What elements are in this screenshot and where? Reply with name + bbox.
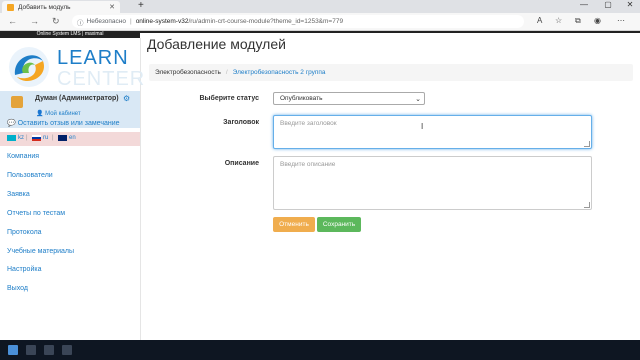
lang-en[interactable]: en bbox=[58, 135, 76, 141]
text-cursor-icon: I bbox=[421, 122, 424, 131]
nav-item-logout[interactable]: Выход bbox=[7, 285, 28, 292]
url-host: online-system-v32 bbox=[135, 18, 189, 25]
feedback-link[interactable]: 💬 Оставить отзыв или замечание bbox=[7, 119, 120, 127]
learn-center-logo[interactable]: LEARN CENTER bbox=[5, 43, 144, 91]
nav-item-materials[interactable]: Учебные материалы bbox=[7, 248, 74, 255]
breadcrumb-item-1[interactable]: Электробезопасность bbox=[155, 69, 221, 76]
taskbar-app-icon[interactable] bbox=[44, 345, 54, 355]
lang-kz-label: kz bbox=[18, 135, 24, 141]
title-label: Заголовок bbox=[223, 119, 259, 126]
start-icon[interactable] bbox=[8, 345, 18, 355]
status-label: Выберите статус bbox=[199, 95, 259, 102]
logo-text-center: CENTER bbox=[57, 68, 146, 90]
title-input[interactable]: Введите заголовок bbox=[273, 115, 592, 149]
breadcrumb: Электробезопасность / Электробезопасност… bbox=[149, 64, 633, 81]
description-placeholder: Введите описание bbox=[280, 161, 336, 168]
nav-item-requests[interactable]: Заявка bbox=[7, 191, 30, 198]
window-close-icon[interactable]: ✕ bbox=[620, 0, 640, 9]
address-separator: | bbox=[129, 18, 132, 25]
breadcrumb-item-2[interactable]: Электробезопасность 2 группа bbox=[233, 69, 326, 76]
my-cabinet-label: Мой кабинет bbox=[45, 111, 81, 117]
uk-flag-icon bbox=[58, 135, 67, 141]
profile-icon[interactable]: ◉ bbox=[594, 16, 601, 25]
taskbar-app-icon[interactable] bbox=[62, 345, 72, 355]
sidebar: LEARN CENTER Думан (Администратор) ⚙ 👤 М… bbox=[0, 38, 144, 340]
description-input[interactable]: Введите описание bbox=[273, 156, 592, 210]
address-bar[interactable]: ⓘ Небезопасно | online-system-v32 /ru/ad… bbox=[72, 15, 524, 28]
comment-icon: 💬 bbox=[7, 120, 16, 127]
browser-toolbar: ← → ↻ ⓘ Небезопасно | online-system-v32 … bbox=[0, 13, 640, 31]
save-button[interactable]: Сохранить bbox=[317, 217, 361, 232]
resize-grip-icon[interactable] bbox=[584, 141, 590, 147]
person-icon: 👤 bbox=[36, 111, 44, 117]
lang-en-label: en bbox=[69, 135, 76, 141]
favorite-star-icon[interactable]: ☆ bbox=[555, 16, 562, 25]
feedback-label: Оставить отзыв или замечание bbox=[17, 120, 120, 127]
gear-icon[interactable]: ⚙ bbox=[123, 94, 130, 103]
reader-icon[interactable]: A bbox=[537, 16, 542, 25]
logo-text-learn: LEARN bbox=[57, 47, 129, 69]
nav-item-company[interactable]: Компания bbox=[7, 153, 39, 160]
lang-divider: | bbox=[26, 135, 28, 141]
cancel-button[interactable]: Отменить bbox=[273, 217, 315, 232]
lang-kz[interactable]: kz bbox=[7, 135, 24, 141]
new-tab-button[interactable]: + bbox=[138, 0, 144, 11]
kz-flag-icon bbox=[7, 135, 16, 141]
url-path: /ru/admin-crt-course-module?theme_id=125… bbox=[188, 18, 344, 25]
description-label: Описание bbox=[224, 160, 259, 167]
back-icon[interactable]: ← bbox=[8, 16, 17, 26]
site-top-strip: Online System LMS | maximal bbox=[0, 31, 140, 38]
collections-icon[interactable]: ⧉ bbox=[575, 16, 581, 26]
warning-icon: ⓘ bbox=[77, 19, 84, 27]
lang-divider: | bbox=[52, 135, 54, 141]
forward-icon[interactable]: → bbox=[30, 16, 39, 26]
security-label: Небезопасно bbox=[86, 18, 126, 25]
tab-close-icon[interactable]: ✕ bbox=[109, 3, 115, 11]
chevron-down-icon: ⌄ bbox=[415, 95, 421, 103]
browser-tabbar: Добавить модуль ✕ + — ▢ ✕ bbox=[0, 0, 640, 13]
user-panel: Думан (Администратор) ⚙ 👤 Мой кабинет 💬 … bbox=[0, 91, 140, 128]
lang-ru[interactable]: ru bbox=[32, 135, 48, 141]
logo-swirl-icon bbox=[9, 47, 49, 87]
nav-item-users[interactable]: Пользователи bbox=[7, 172, 53, 179]
status-select[interactable]: Опубликовать ⌄ bbox=[273, 92, 425, 105]
status-select-value: Опубликовать bbox=[280, 95, 323, 102]
favicon-icon bbox=[7, 3, 14, 11]
resize-grip-icon[interactable] bbox=[584, 202, 590, 208]
taskbar-app-icon[interactable] bbox=[26, 345, 36, 355]
main-content: Добавление модулей Электробезопасность /… bbox=[141, 33, 640, 340]
reload-icon[interactable]: ↻ bbox=[52, 16, 60, 27]
avatar bbox=[11, 96, 23, 108]
ru-flag-icon bbox=[32, 135, 41, 141]
maximize-icon[interactable]: ▢ bbox=[598, 0, 618, 9]
title-placeholder: Введите заголовок bbox=[280, 120, 337, 127]
nav-item-protocols[interactable]: Протокола bbox=[7, 229, 42, 236]
lang-ru-label: ru bbox=[43, 135, 49, 141]
my-cabinet-link[interactable]: 👤 Мой кабинет bbox=[36, 110, 81, 117]
tab-title: Добавить модуль bbox=[18, 3, 71, 11]
nav-item-test-reports[interactable]: Отчеты по тестам bbox=[7, 210, 65, 217]
more-menu-icon[interactable]: ⋯ bbox=[617, 16, 625, 25]
breadcrumb-separator: / bbox=[225, 69, 228, 76]
language-bar: kz | ru | en bbox=[0, 132, 140, 146]
os-taskbar bbox=[0, 340, 640, 360]
browser-tab[interactable]: Добавить модуль ✕ bbox=[2, 1, 120, 13]
nav-item-settings[interactable]: Настройка bbox=[7, 266, 41, 273]
page-title: Добавление модулей bbox=[147, 36, 286, 52]
user-name: Думан (Администратор) bbox=[35, 95, 119, 102]
minimize-icon[interactable]: — bbox=[574, 0, 594, 9]
